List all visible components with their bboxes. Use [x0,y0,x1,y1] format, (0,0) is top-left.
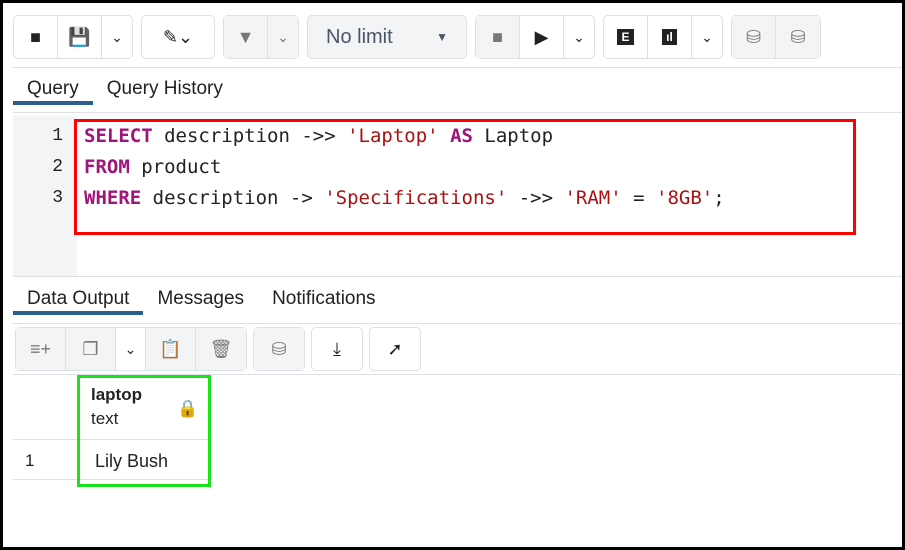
query-highlight-box [74,119,856,235]
open-file-button[interactable]: ■ [14,16,58,58]
graph-visualiser-button[interactable]: ➚ [370,328,420,370]
copy-button[interactable]: ❐ [66,328,116,370]
output-tabs: Data Output Messages Notifications [13,285,390,315]
add-row-button[interactable]: ≡+ [16,328,66,370]
line-number: 1 [52,126,63,146]
stop-button[interactable]: ■ [476,16,520,58]
save-data-button[interactable]: ⛁ [254,328,304,370]
tab-query-history[interactable]: Query History [93,75,237,105]
output-toolbar: ≡+ ❐ ⌄ 📋 🗑 ⛁ ⤓ ➚ [15,325,421,373]
query-tool: ■ 💾 ⌄ ✎⌄ ▼ ⌄ No limit ▼ ■ ▶ ⌄ E ıl ⌄ ⛁ ⛁ … [3,3,902,547]
edit-pencil-button[interactable]: ✎⌄ [142,16,214,58]
line-number: 3 [52,188,63,208]
commit-button[interactable]: ⛁ [732,16,776,58]
row-number: 1 [25,451,35,470]
tab-notifications[interactable]: Notifications [258,285,390,315]
result-highlight-box [77,375,211,487]
execute-options-chevron-down-icon[interactable]: ⌄ [564,16,594,58]
explain-analyze-button[interactable]: ıl [648,16,692,58]
main-toolbar: ■ 💾 ⌄ ✎⌄ ▼ ⌄ No limit ▼ ■ ▶ ⌄ E ıl ⌄ ⛁ ⛁ [13,13,821,61]
explain-button[interactable]: E [604,16,648,58]
save-file-button[interactable]: 💾 [58,16,102,58]
delete-button[interactable]: 🗑 [196,328,246,370]
execute-button[interactable]: ▶ [520,16,564,58]
caret-down-icon: ▼ [436,30,448,44]
line-number: 2 [52,157,63,177]
row-limit-select[interactable]: No limit ▼ [307,15,467,59]
filter-options-chevron-down-icon[interactable]: ⌄ [268,16,298,58]
explain-options-chevron-down-icon[interactable]: ⌄ [692,16,722,58]
filter-button[interactable]: ▼ [224,16,268,58]
download-button[interactable]: ⤓ [312,328,362,370]
tab-data-output[interactable]: Data Output [13,285,144,315]
limit-value: No limit [326,25,393,48]
save-options-chevron-down-icon[interactable]: ⌄ [102,16,132,58]
query-tabs: Query Query History [13,75,237,105]
rollback-button[interactable]: ⛁ [776,16,820,58]
tab-messages[interactable]: Messages [143,285,258,315]
copy-options-chevron-down-icon[interactable]: ⌄ [116,328,146,370]
paste-button[interactable]: 📋 [146,328,196,370]
tab-query[interactable]: Query [13,75,93,105]
